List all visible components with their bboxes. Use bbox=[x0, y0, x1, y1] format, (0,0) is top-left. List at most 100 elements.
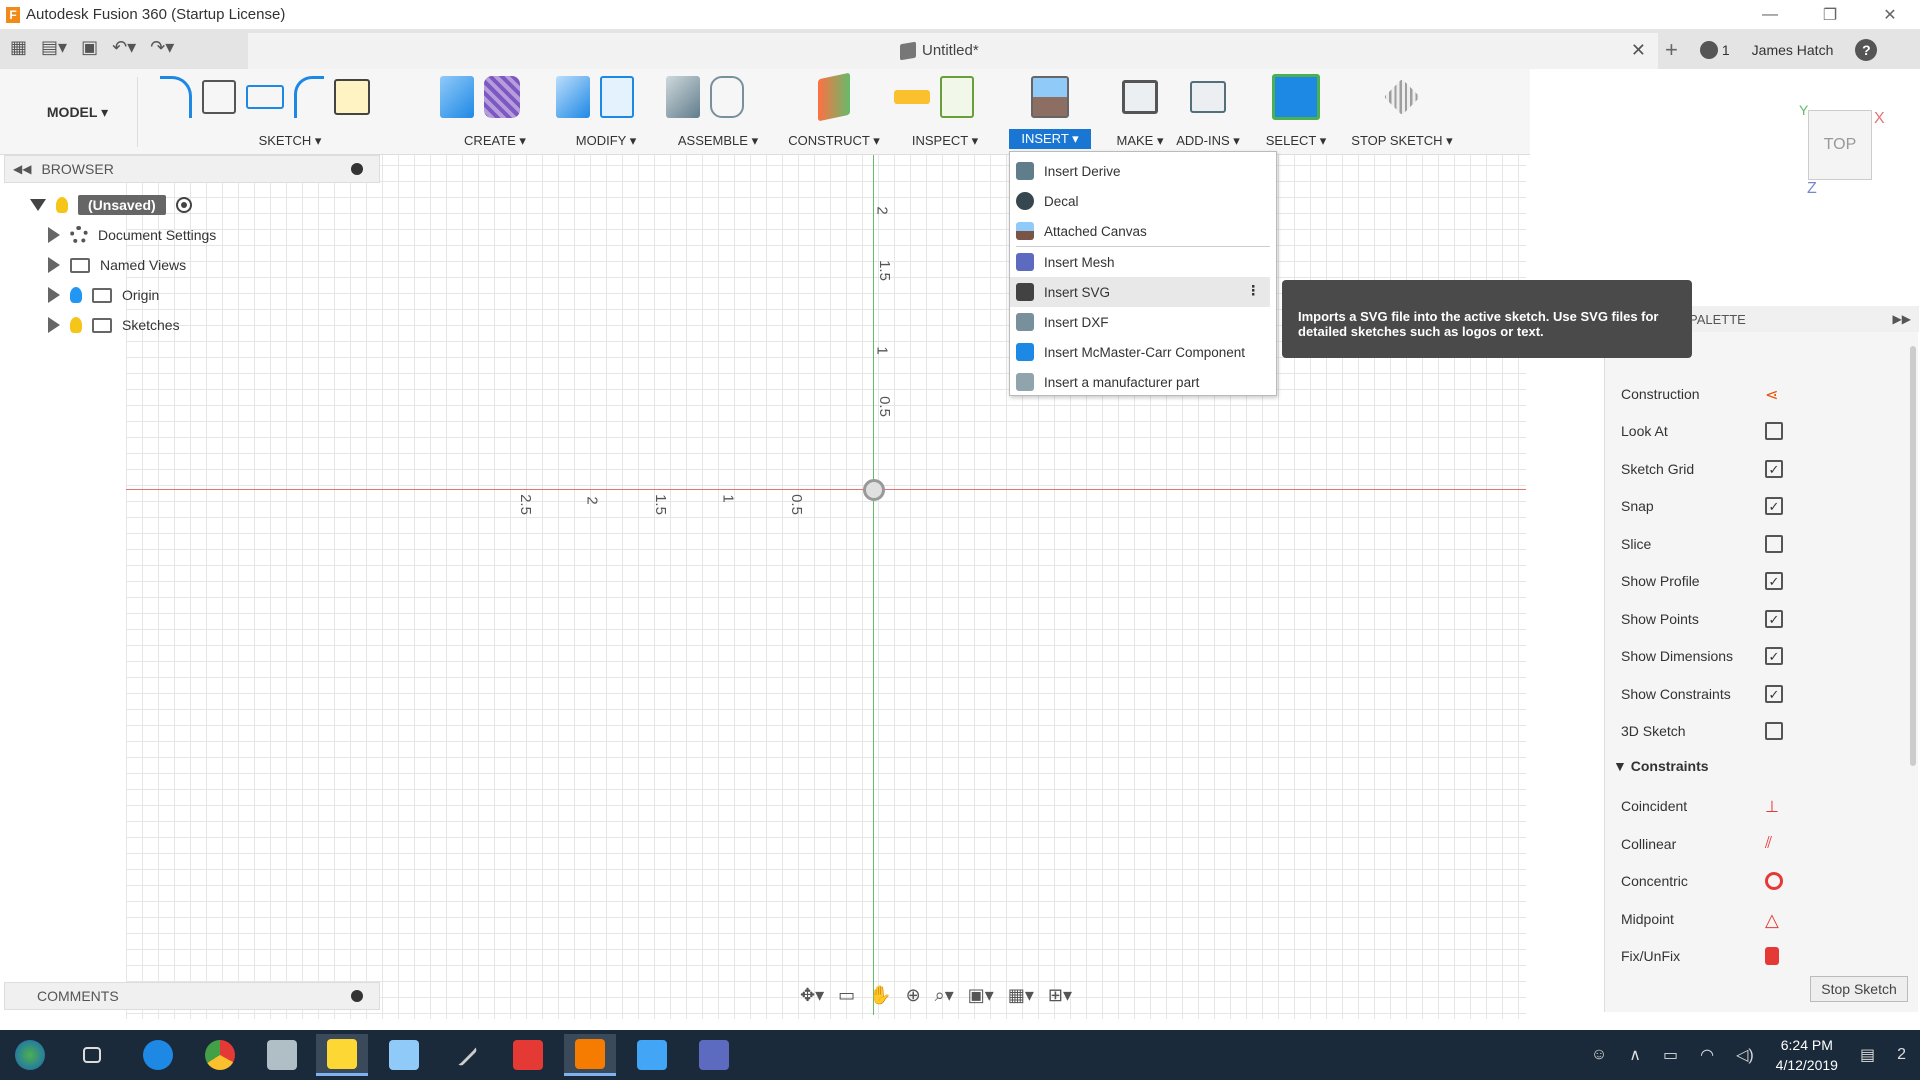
inspect-menu[interactable]: INSPECT ▾ bbox=[894, 133, 996, 149]
stop-sketch-button[interactable]: Stop Sketch bbox=[1810, 976, 1908, 1002]
visibility-bulb-icon[interactable] bbox=[70, 317, 82, 333]
visibility-bulb-icon[interactable] bbox=[56, 197, 68, 213]
menu-item-insert-mcmaster[interactable]: Insert McMaster-Carr Component bbox=[1010, 337, 1276, 367]
undo-icon[interactable]: ↶▾ bbox=[112, 37, 136, 58]
close-tab-icon[interactable]: ✕ bbox=[1631, 40, 1646, 61]
display-settings-icon[interactable]: ▣▾ bbox=[968, 985, 994, 1006]
new-component-icon[interactable] bbox=[666, 76, 700, 118]
add-comment-icon[interactable] bbox=[351, 990, 363, 1002]
palette-option-show-dimensions[interactable]: Show Dimensions ✓ bbox=[1621, 644, 1783, 668]
menu-item-insert-mesh[interactable]: Insert Mesh bbox=[1010, 247, 1276, 277]
press-pull-icon[interactable] bbox=[556, 76, 590, 118]
close-window-button[interactable]: ✕ bbox=[1860, 0, 1920, 29]
browser-panel-header[interactable]: ◀◀ BROWSER bbox=[4, 155, 380, 183]
menu-item-attached-canvas[interactable]: Attached Canvas bbox=[1010, 216, 1276, 246]
taskbar-file-explorer[interactable] bbox=[316, 1034, 368, 1076]
scripts-addins-icon[interactable] bbox=[1190, 81, 1226, 113]
palette-option-snap[interactable]: Snap ✓ bbox=[1621, 494, 1783, 518]
orbit-icon[interactable]: ✥▾ bbox=[800, 985, 824, 1006]
sketch-menu[interactable]: SKETCH ▾ bbox=[160, 133, 420, 149]
document-tab[interactable]: Untitled* ✕ bbox=[248, 33, 1658, 69]
new-tab-button[interactable]: + bbox=[1665, 37, 1678, 63]
fillet-modify-icon[interactable] bbox=[600, 76, 634, 118]
show-dimensions-checkbox[interactable]: ✓ bbox=[1765, 647, 1783, 665]
expand-triangle-icon[interactable] bbox=[48, 317, 60, 333]
palette-option-3d-sketch[interactable]: 3D Sketch bbox=[1621, 719, 1783, 743]
user-name[interactable]: James Hatch bbox=[1752, 42, 1834, 58]
3d-sketch-checkbox[interactable] bbox=[1765, 722, 1783, 740]
pan-icon[interactable]: ✋ bbox=[869, 985, 891, 1006]
palette-option-show-profile[interactable]: Show Profile ✓ bbox=[1621, 569, 1783, 593]
collinear-icon[interactable]: ⫽ bbox=[1765, 835, 1783, 853]
constraint-coincident[interactable]: Coincident ⊥ bbox=[1621, 794, 1781, 818]
visibility-bulb-icon[interactable] bbox=[70, 287, 82, 303]
activate-radio-icon[interactable] bbox=[175, 197, 192, 213]
battery-icon[interactable]: ▭ bbox=[1663, 1045, 1678, 1065]
snap-checkbox[interactable]: ✓ bbox=[1765, 497, 1783, 515]
create-menu[interactable]: CREATE ▾ bbox=[440, 133, 550, 149]
concentric-icon[interactable] bbox=[1765, 872, 1783, 890]
wifi-icon[interactable]: ◠ bbox=[1700, 1045, 1714, 1065]
palette-option-look-at[interactable]: Look At bbox=[1621, 419, 1783, 443]
taskbar-app-4[interactable] bbox=[256, 1034, 308, 1076]
palette-option-sketch-grid[interactable]: Sketch Grid ✓ bbox=[1621, 457, 1783, 481]
taskbar-app-11[interactable] bbox=[688, 1034, 740, 1076]
menu-item-insert-manufacturer-part[interactable]: Insert a manufacturer part bbox=[1010, 367, 1276, 397]
assemble-group[interactable]: ASSEMBLE ▾ bbox=[666, 73, 770, 151]
lock-icon[interactable] bbox=[1765, 947, 1779, 965]
viewports-icon[interactable]: ⊞▾ bbox=[1048, 985, 1072, 1006]
tree-root[interactable]: (Unsaved) bbox=[20, 190, 380, 220]
extrude-icon[interactable] bbox=[440, 76, 474, 118]
job-status-button[interactable]: 1 bbox=[1699, 41, 1730, 59]
data-panel-grid-icon[interactable]: ▦ bbox=[10, 37, 27, 58]
palette-option-construction[interactable]: Construction ⋖ bbox=[1621, 382, 1781, 406]
select-menu[interactable]: SELECT ▾ bbox=[1254, 133, 1338, 149]
comments-panel-header[interactable]: COMMENTS bbox=[4, 982, 380, 1010]
notifications-icon[interactable]: ▤ bbox=[1860, 1045, 1875, 1065]
taskbar-app-10[interactable] bbox=[626, 1034, 678, 1076]
task-view-button[interactable] bbox=[66, 1034, 118, 1076]
modify-menu[interactable]: MODIFY ▾ bbox=[556, 133, 656, 149]
inspect-group[interactable]: INSPECT ▾ bbox=[894, 73, 996, 151]
construct-group[interactable]: CONSTRUCT ▾ bbox=[784, 72, 884, 151]
expand-triangle-icon[interactable] bbox=[48, 287, 60, 303]
taskbar-edge[interactable] bbox=[132, 1034, 184, 1076]
workspace-switcher[interactable]: MODEL ▾ bbox=[18, 77, 138, 147]
menu-item-insert-dxf[interactable]: Insert DXF bbox=[1010, 307, 1276, 337]
constraint-midpoint[interactable]: Midpoint △ bbox=[1621, 907, 1781, 931]
stop-sketch-group[interactable]: STOP SKETCH ▾ bbox=[1346, 73, 1458, 151]
file-menu-icon[interactable]: ▤▾ bbox=[41, 37, 67, 58]
taskbar-fusion360[interactable] bbox=[564, 1034, 616, 1076]
menu-item-insert-svg[interactable]: Insert SVG ⋮ bbox=[1010, 277, 1270, 307]
grid-settings-icon[interactable]: ▦▾ bbox=[1008, 985, 1034, 1006]
people-icon[interactable]: ☺ bbox=[1591, 1046, 1607, 1064]
assemble-menu[interactable]: ASSEMBLE ▾ bbox=[666, 133, 770, 149]
form-icon[interactable] bbox=[484, 76, 520, 118]
help-button[interactable]: ? bbox=[1855, 39, 1878, 61]
maximize-button[interactable]: ❐ bbox=[1800, 0, 1860, 29]
taskbar-app-7[interactable] bbox=[440, 1034, 492, 1076]
show-profile-checkbox[interactable]: ✓ bbox=[1765, 572, 1783, 590]
measure-icon[interactable] bbox=[894, 90, 930, 104]
palette-option-show-points[interactable]: Show Points ✓ bbox=[1621, 607, 1783, 631]
volume-icon[interactable]: ◁) bbox=[1736, 1045, 1754, 1065]
line-tool-icon[interactable] bbox=[160, 76, 192, 118]
fit-zoom-icon[interactable]: ⌕▾ bbox=[935, 985, 954, 1006]
stop-sketch-icon[interactable] bbox=[1383, 78, 1421, 116]
constraint-collinear[interactable]: Collinear ⫽ bbox=[1621, 832, 1781, 856]
sketch-plane-icon[interactable] bbox=[334, 79, 370, 115]
palette-option-slice[interactable]: Slice bbox=[1621, 532, 1783, 556]
expand-arrows-icon[interactable]: ▶▶ bbox=[1893, 312, 1911, 326]
expand-triangle-icon[interactable] bbox=[48, 257, 60, 273]
look-at-icon[interactable] bbox=[1765, 422, 1783, 440]
chevron-up-icon[interactable]: ∧ bbox=[1629, 1045, 1641, 1065]
rectangle-tool-icon[interactable] bbox=[246, 85, 284, 109]
minimize-button[interactable]: — bbox=[1740, 0, 1800, 29]
tree-item-sketches[interactable]: Sketches bbox=[20, 310, 380, 340]
origin-point[interactable] bbox=[863, 479, 885, 501]
taskbar-clock[interactable]: 6:24 PM 4/12/2019 bbox=[1776, 1035, 1838, 1075]
select-tool-icon[interactable] bbox=[1272, 74, 1320, 120]
select-group[interactable]: SELECT ▾ bbox=[1254, 73, 1338, 151]
fillet-tool-icon[interactable] bbox=[294, 76, 324, 118]
construct-menu[interactable]: CONSTRUCT ▾ bbox=[784, 133, 884, 149]
